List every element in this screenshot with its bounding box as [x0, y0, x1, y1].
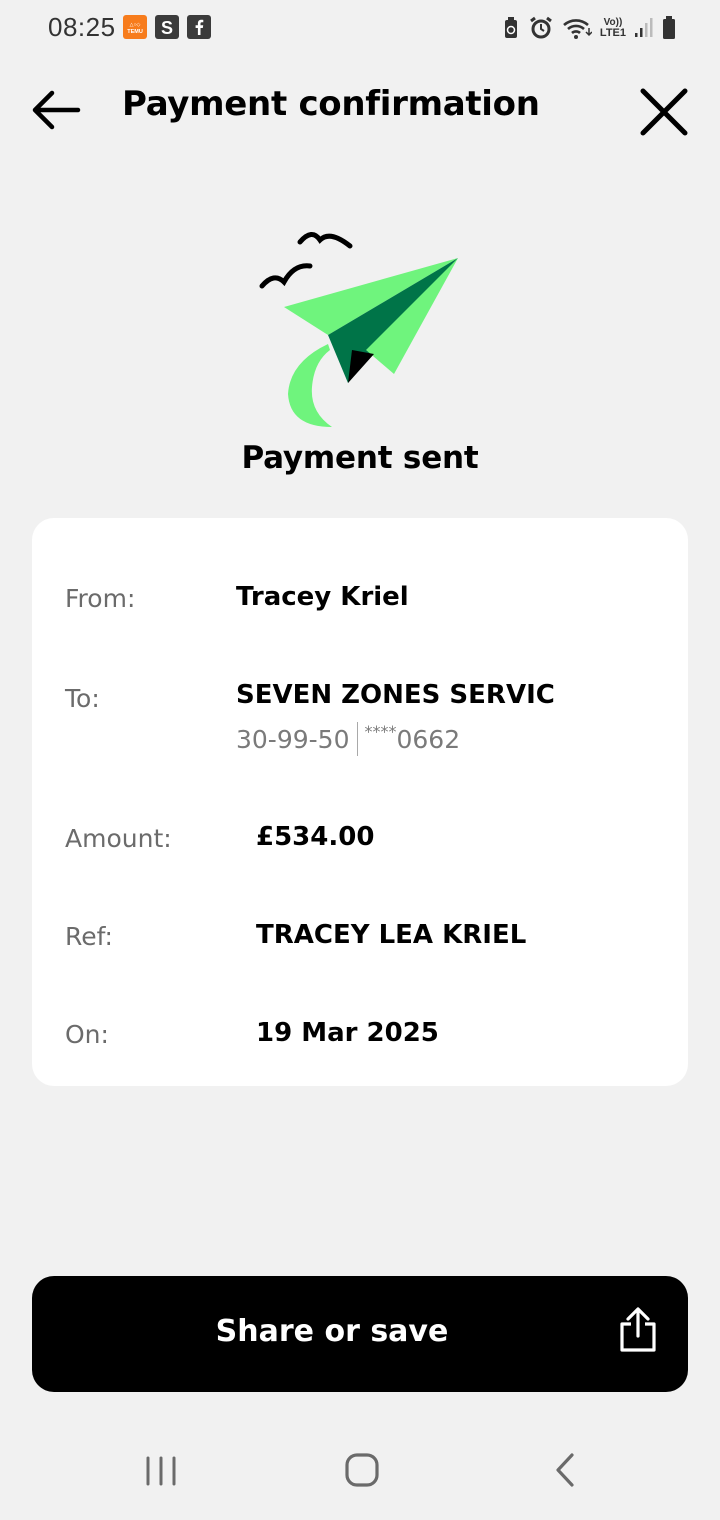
back-button[interactable]	[28, 86, 84, 134]
home-icon	[345, 1453, 379, 1487]
ref-label: Ref:	[65, 922, 113, 951]
close-icon	[640, 88, 688, 136]
status-time: 08:25	[48, 12, 116, 42]
volte-lte-icon: Vo)) LTE1	[600, 17, 626, 39]
recents-icon	[146, 1456, 176, 1486]
home-button[interactable]	[342, 1450, 382, 1490]
ref-value: TRACEY LEA KRIEL	[256, 920, 527, 950]
recycle-icon	[504, 17, 517, 38]
on-value: 19 Mar 2025	[256, 1018, 439, 1048]
facebook-icon	[187, 15, 211, 39]
nav-back-icon	[556, 1453, 574, 1487]
amount-label: Amount:	[65, 824, 172, 853]
share-label: Share or save	[215, 1314, 449, 1349]
from-label: From:	[65, 584, 136, 613]
svg-text:S: S	[161, 18, 173, 38]
close-button[interactable]	[636, 84, 692, 140]
to-label: To:	[65, 684, 100, 713]
to-account-details: 30-99-50 **** 0662	[236, 722, 460, 756]
nav-back-button[interactable]	[546, 1450, 586, 1490]
payment-details-card: From: Tracey Kriel To: SEVEN ZONES SERVI…	[32, 518, 688, 1086]
svg-text:TEMU: TEMU	[127, 29, 143, 35]
network-bottom-label: LTE1	[599, 27, 626, 39]
arrow-left-icon	[32, 90, 81, 130]
navigation-bar	[0, 1430, 720, 1510]
sort-code: 30-99-50	[236, 724, 350, 754]
share-icon	[620, 1307, 656, 1352]
status-icons: Vo)) LTE1	[502, 14, 676, 42]
s-app-icon: S	[155, 15, 179, 39]
paper-plane-illustration	[250, 222, 470, 437]
wifi-icon	[563, 19, 592, 39]
divider	[357, 722, 359, 756]
status-bar: 08:25 △○◇ TEMU S Vo)) LTE1	[0, 0, 720, 56]
svg-text:△○◇: △○◇	[130, 22, 141, 28]
account-end: 0662	[396, 724, 461, 754]
paper-plane-icon	[259, 232, 458, 427]
from-value: Tracey Kriel	[236, 582, 409, 612]
header: Payment confirmation	[0, 70, 720, 150]
on-label: On:	[65, 1020, 109, 1049]
account-mask: ****	[364, 721, 397, 741]
page-title: Payment confirmation	[122, 84, 540, 124]
battery-icon	[663, 16, 675, 39]
temu-icon: △○◇ TEMU	[123, 15, 147, 39]
share-or-save-button[interactable]: Share or save	[32, 1276, 688, 1392]
signal-icon	[635, 18, 653, 37]
amount-value: £534.00	[256, 822, 375, 852]
alarm-icon	[530, 16, 552, 39]
status-heading: Payment sent	[241, 440, 479, 476]
recents-button[interactable]	[142, 1450, 182, 1490]
to-value: SEVEN ZONES SERVIC	[236, 680, 555, 710]
